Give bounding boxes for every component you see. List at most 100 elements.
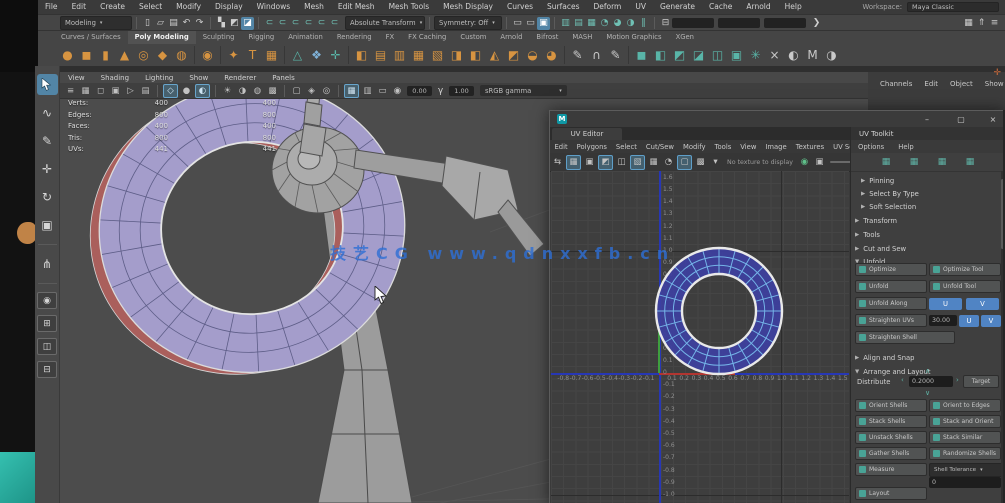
select-hierarchy-icon[interactable]: ▚ [215,17,228,30]
menu-uv[interactable]: UV [628,0,653,14]
uv-window-titlebar[interactable]: M – ▢ × [550,111,1004,128]
isolate-select-icon[interactable]: ▢ [290,85,303,97]
poly-sphere-icon[interactable]: ● [58,45,77,65]
shelf-tab-motion-graphics[interactable]: Motion Graphics [599,31,668,44]
uv-menu-view[interactable]: View [736,143,761,151]
last-tool[interactable]: ⋔ [37,253,58,274]
button-randomize-shells[interactable]: Randomize Shells [929,447,1001,460]
pause-icon[interactable]: ‖ [637,17,650,30]
output-operations-icon[interactable]: ▭ [524,17,537,30]
snap-view-plane-icon[interactable]: ⊂ [315,17,328,30]
open-scene-icon[interactable]: ▱ [154,17,167,30]
viewport-menu-show[interactable]: Show [181,74,216,82]
joints-xray-icon[interactable]: ◎ [320,85,333,97]
uv-menu-modify[interactable]: Modify [678,143,710,151]
channelbox-menu-edit[interactable]: Edit [918,80,944,88]
button-stack-shells[interactable]: Stack Shells [855,415,927,428]
textured-icon[interactable]: ◐ [195,83,210,98]
four-pane-layout[interactable]: ⊞ [37,315,57,332]
shelf-tab-rigging[interactable]: Rigging [241,31,281,44]
button-unfold-along[interactable]: Unfold Along [855,297,927,310]
face-mode-icon[interactable]: ▦ [963,156,977,168]
tile-labels-icon[interactable]: ▩ [694,156,707,169]
undo-icon[interactable]: ↶ [180,17,193,30]
uv-canvas[interactable]: -1.0 -0.9 -0.8 -0.7 -0.6 -0.5 -0.4 -0.3 -0.2 -0.1… [551,171,849,503]
uv-mode-icon[interactable]: ▦ [879,156,893,168]
character-pose-icon[interactable]: ✳ [746,45,765,65]
menu-surfaces[interactable]: Surfaces [540,0,586,14]
section-pinning[interactable]: ▶ Pinning [851,174,1005,187]
toolkit-menu-options[interactable]: Options [851,143,891,151]
shadows-icon[interactable]: ◑ [236,85,249,97]
poly-cone-icon[interactable]: ▲ [115,45,134,65]
select-object-icon[interactable]: ◩ [228,17,241,30]
single-pane-layout[interactable]: ◉ [37,292,57,309]
poly-cube-icon[interactable]: ◼ [77,45,96,65]
shelf-tab-arnold[interactable]: Arnold [493,31,529,44]
uv-menu-textures[interactable]: Textures [791,143,828,151]
render-ball-icon[interactable]: ◑ [822,45,841,65]
camera-settings-icon[interactable]: ◉ [391,85,404,97]
shelf-tab-poly-modeling[interactable]: Poly Modeling [127,31,196,44]
xyz-selector-icon[interactable]: ⊟ [659,17,672,30]
straighten-u-button[interactable]: U [959,314,979,327]
texture-dropdown-arrow-icon[interactable]: ▾ [709,156,722,169]
exposure-toggle-icon[interactable]: ▣ [813,156,826,169]
menu-cache[interactable]: Cache [702,0,739,14]
smooth-mesh-icon[interactable]: ◒ [523,45,542,65]
button-unstack-shells[interactable]: Unstack Shells [855,431,927,444]
transform-mode-dropdown[interactable]: Absolute Transform ▾ [345,16,425,30]
edge-mode-icon[interactable]: ▦ [935,156,949,168]
workspace-selector[interactable]: Workspace: Maya Classic [863,2,999,12]
edit-curve-icon[interactable]: ∩ [587,45,606,65]
vertex-mode-icon[interactable]: ▦ [907,156,921,168]
workspace-dropdown[interactable]: Maya Classic [907,2,999,12]
shelf-tab-fx-caching[interactable]: FX Caching [401,31,453,44]
move-tool[interactable]: ✛ [37,158,58,179]
shelf-tab-bifrost[interactable]: Bifrost [529,31,565,44]
shelf-tab-mash[interactable]: MASH [565,31,599,44]
locator-icon[interactable]: ✛ [326,45,345,65]
separate-icon[interactable]: ◫ [708,45,727,65]
multi-cut-icon[interactable]: ▥ [390,45,409,65]
attribute-editor-toggle-icon[interactable]: ≡ [988,17,1001,30]
channelbox-menu-object[interactable]: Object [944,80,979,88]
viewport-menu-panels[interactable]: Panels [264,74,303,82]
smooth-shade-icon[interactable]: ● [180,85,193,97]
distribute-up-arrow[interactable]: ∧ [925,367,930,375]
poly-torus-icon[interactable]: ◎ [134,45,153,65]
button-unfold[interactable]: Unfold [855,280,927,293]
history-icon[interactable]: ▥ [559,17,572,30]
button-straighten-shell[interactable]: Straighten Shell [855,331,955,344]
camera-lock-icon[interactable]: ◻ [94,85,107,97]
button-unfold-tool[interactable]: Unfold Tool [929,280,1001,293]
flip-uv-icon[interactable]: ⇆ [551,156,564,169]
button-optimize-tool[interactable]: Optimize Tool [929,263,1001,276]
tolerance-value-field[interactable]: 0 [929,477,1001,488]
distribute-value-field[interactable]: 0.2000 [909,376,953,387]
texture-borders-icon[interactable]: ◫ [615,156,628,169]
hypershade-icon[interactable]: ◕ [611,17,624,30]
uv-menu-select[interactable]: Select [611,143,641,151]
uv-menu-cut-sew[interactable]: Cut/Sew [641,143,678,151]
film-gate-icon[interactable]: ▭ [376,85,389,97]
snap-point-icon[interactable]: ⊂ [289,17,302,30]
channelbox-menu-channels[interactable]: Channels [874,80,918,88]
menu-mesh[interactable]: Mesh [297,0,331,14]
camera-select-icon[interactable]: ▦ [79,85,92,97]
snap-curve-icon[interactable]: ⊂ [276,17,289,30]
snap-live-icon[interactable]: ⊂ [328,17,341,30]
z-field[interactable] [764,18,806,28]
superellipse-icon[interactable]: ✦ [224,45,243,65]
grid-toggle-icon[interactable]: ▦ [344,83,359,98]
viewport-menu-view[interactable]: View [60,74,93,82]
menu-file[interactable]: File [38,0,65,14]
select-component-icon[interactable]: ◪ [241,16,254,30]
uv-menu-image[interactable]: Image [761,143,791,151]
section-align-and-snap[interactable]: ▶ Align and Snap [851,351,1005,364]
tab-uv-editor[interactable]: UV Editor [552,128,622,140]
shelf-tab-curves-surfaces[interactable]: Curves / Surfaces [54,31,128,44]
combine-icon[interactable]: ◪ [689,45,708,65]
menu-windows[interactable]: Windows [250,0,297,14]
wireframe-icon[interactable]: ◇ [163,83,178,98]
